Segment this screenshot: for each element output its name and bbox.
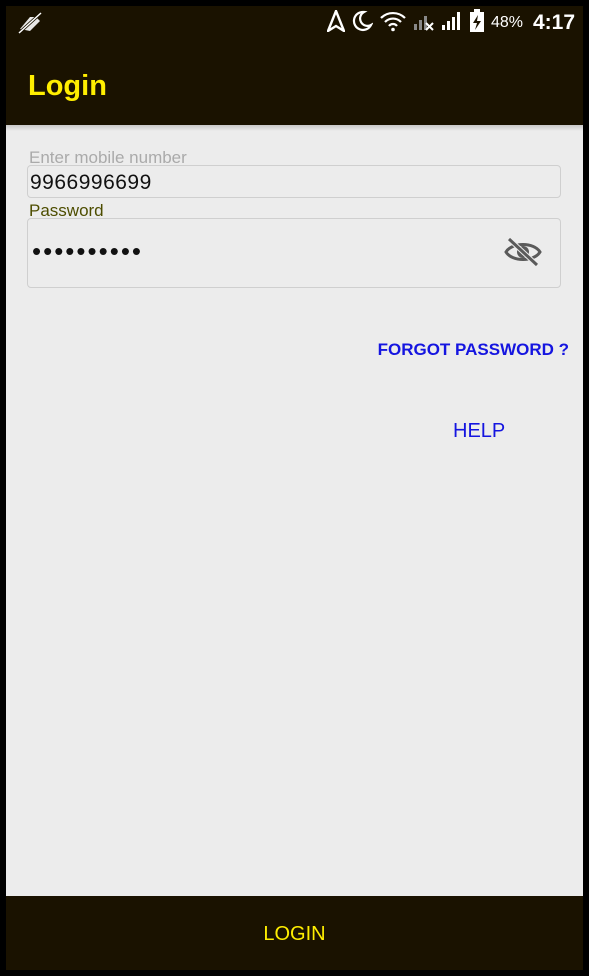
login-button[interactable]: LOGIN: [6, 896, 583, 970]
app-bar-shadow: [6, 125, 583, 131]
navigation-icon: [325, 7, 347, 37]
wifi-icon: [379, 10, 407, 37]
moon-icon: [351, 10, 374, 37]
screen: 48% 4:17 Login Enter mobile number 99669…: [6, 6, 583, 970]
signal-icon: [441, 10, 463, 37]
clock: 4:17: [532, 11, 575, 34]
mobile-number-field[interactable]: 9966996699: [27, 165, 561, 198]
forgot-password-link[interactable]: FORGOT PASSWORD ?: [378, 340, 569, 360]
app-bar: Login: [6, 40, 583, 125]
login-button-label: LOGIN: [263, 923, 326, 945]
mobile-number-value[interactable]: 9966996699: [30, 171, 152, 195]
no-sim-icon: [16, 11, 44, 40]
battery-charging-icon: [469, 8, 485, 38]
status-bar: 48% 4:17: [6, 6, 583, 40]
page-title: Login: [28, 70, 107, 102]
eye-off-icon[interactable]: [504, 236, 542, 273]
help-link[interactable]: HELP: [453, 420, 505, 443]
status-icons: 48% 4:17: [325, 7, 575, 38]
password-field[interactable]: ••••••••••: [27, 218, 561, 288]
signal-off-icon: [413, 10, 435, 37]
password-value[interactable]: ••••••••••: [32, 236, 143, 267]
battery-percent: 48%: [490, 14, 523, 31]
